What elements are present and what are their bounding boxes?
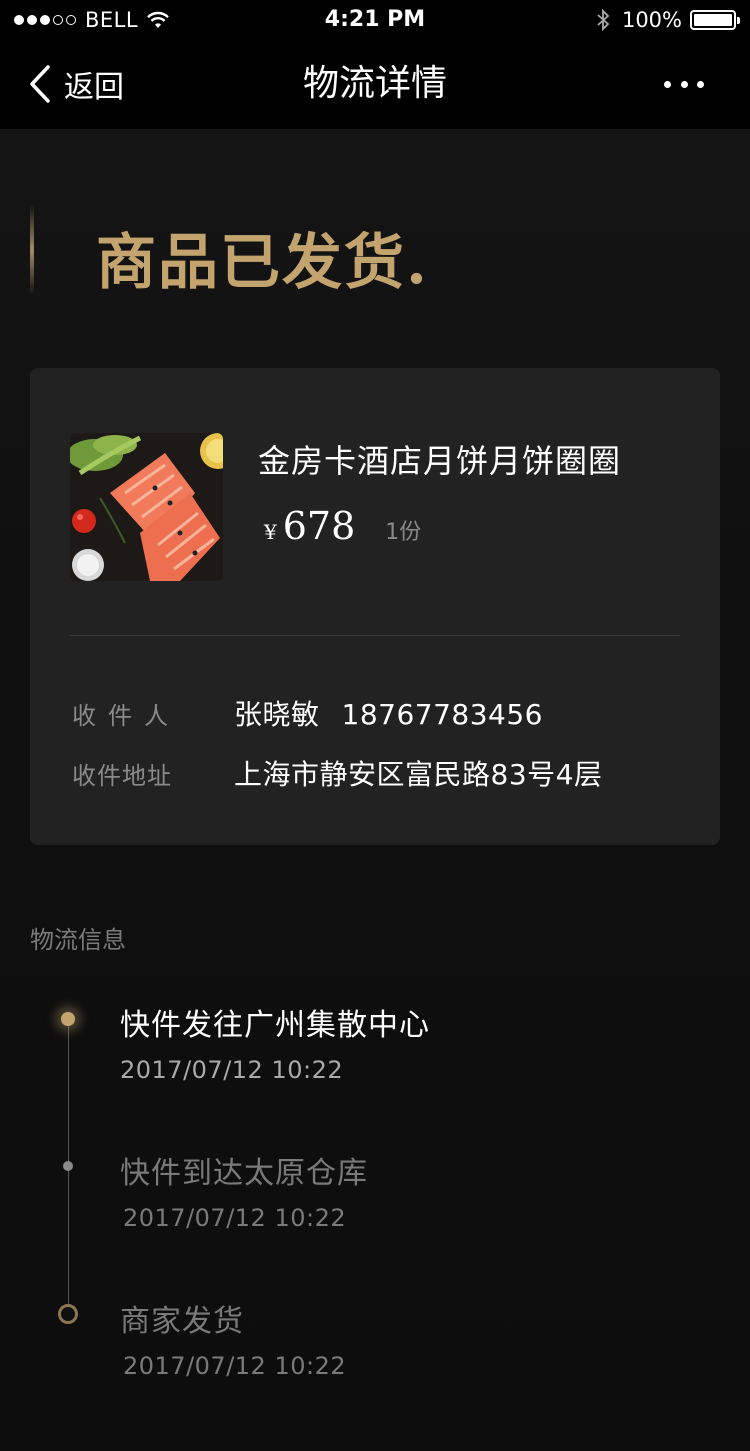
timeline-event: 快件到达太原仓库 2017/07/12 10:22 xyxy=(120,1148,368,1232)
quantity: 1份 xyxy=(385,520,422,545)
nav-bar: 返回 物流详情 xyxy=(0,40,750,129)
address-value: 上海市静安区富民路83号4层 xyxy=(234,758,603,791)
logistics-section-title: 物流信息 xyxy=(30,926,126,954)
headline-accent-line xyxy=(30,205,34,295)
timeline-dot-origin xyxy=(58,1304,78,1324)
card-divider xyxy=(70,635,680,636)
recipient-value: 张晓敏 18767783456 xyxy=(234,693,543,733)
recipient-phone[interactable]: 18767783456 xyxy=(342,698,543,731)
order-card: 金房卡酒店月饼月饼圈圈 ¥ 678 1份 收件人 张晓敏 18767783456 … xyxy=(30,368,720,845)
recipient-label: 收件人 xyxy=(72,702,180,730)
timeline-event-text: 商家发货 xyxy=(120,1304,244,1339)
battery-percent: 100% xyxy=(621,8,682,32)
battery-fill xyxy=(694,14,732,26)
more-options-button[interactable] xyxy=(664,68,704,100)
timeline-event-text: 快件发往广州集散中心 xyxy=(120,1008,430,1043)
recipient-name: 张晓敏 xyxy=(234,698,320,731)
timeline-event-time: 2017/07/12 10:22 xyxy=(123,1204,347,1232)
bluetooth-icon xyxy=(597,9,610,31)
shipping-status-headline: 商品已发货. xyxy=(96,228,429,298)
product-image[interactable] xyxy=(70,433,223,581)
address-row: 收件地址 上海市静安区富民路83号4层 xyxy=(72,753,602,793)
timeline-dot xyxy=(63,1161,73,1171)
address-label: 收件地址 xyxy=(72,762,172,790)
page-title: 物流详情 xyxy=(302,63,447,104)
timeline-event-time: 2017/07/12 10:22 xyxy=(120,1056,344,1084)
recipient-row: 收件人 张晓敏 18767783456 xyxy=(72,693,543,733)
more-dot xyxy=(680,80,688,88)
price-value: 678 xyxy=(282,504,356,548)
battery-icon xyxy=(690,10,740,30)
timeline-event: 商家发货 2017/07/12 10:22 xyxy=(120,1296,346,1380)
status-bar-right: 100% xyxy=(596,8,740,32)
status-bar: BELL 4:21 PM 100% xyxy=(0,0,750,40)
timeline-event-text: 快件到达太原仓库 xyxy=(120,1156,368,1191)
more-dot xyxy=(697,80,704,88)
product-name: 金房卡酒店月饼月饼圈圈 xyxy=(258,442,622,480)
more-dot xyxy=(664,80,671,88)
timeline-event: 快件发往广州集散中心 2017/07/12 10:22 xyxy=(120,1000,430,1084)
timeline-dot-current xyxy=(61,1012,75,1026)
salmon-image xyxy=(70,433,223,581)
price-currency: ¥ xyxy=(264,520,277,544)
price-row: ¥ 678 1份 xyxy=(264,504,421,548)
timeline-event-time: 2017/07/12 10:22 xyxy=(123,1352,347,1380)
